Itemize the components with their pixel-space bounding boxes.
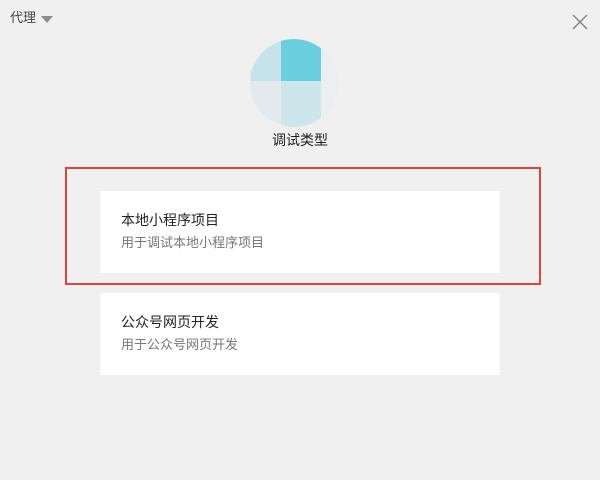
close-button[interactable] bbox=[570, 12, 590, 32]
option-title: 本地小程序项目 bbox=[121, 213, 219, 229]
option-title: 公众号网页开发 bbox=[121, 315, 219, 331]
option-card-local-miniprogram[interactable]: 本地小程序项目 用于调试本地小程序项目 bbox=[100, 191, 500, 273]
debug-type-title: 调试类型 bbox=[272, 133, 328, 149]
option-description: 用于调试本地小程序项目 bbox=[121, 236, 265, 251]
option-card-official-account-web[interactable]: 公众号网页开发 用于公众号网页开发 bbox=[100, 293, 500, 375]
option-description: 用于公众号网页开发 bbox=[121, 338, 239, 353]
avatar-image bbox=[250, 39, 338, 127]
proxy-label: 代理 bbox=[10, 11, 37, 26]
chevron-down-icon bbox=[41, 16, 54, 23]
close-icon bbox=[572, 14, 588, 30]
proxy-dropdown[interactable]: 代理 bbox=[10, 9, 54, 29]
avatar bbox=[250, 39, 338, 127]
